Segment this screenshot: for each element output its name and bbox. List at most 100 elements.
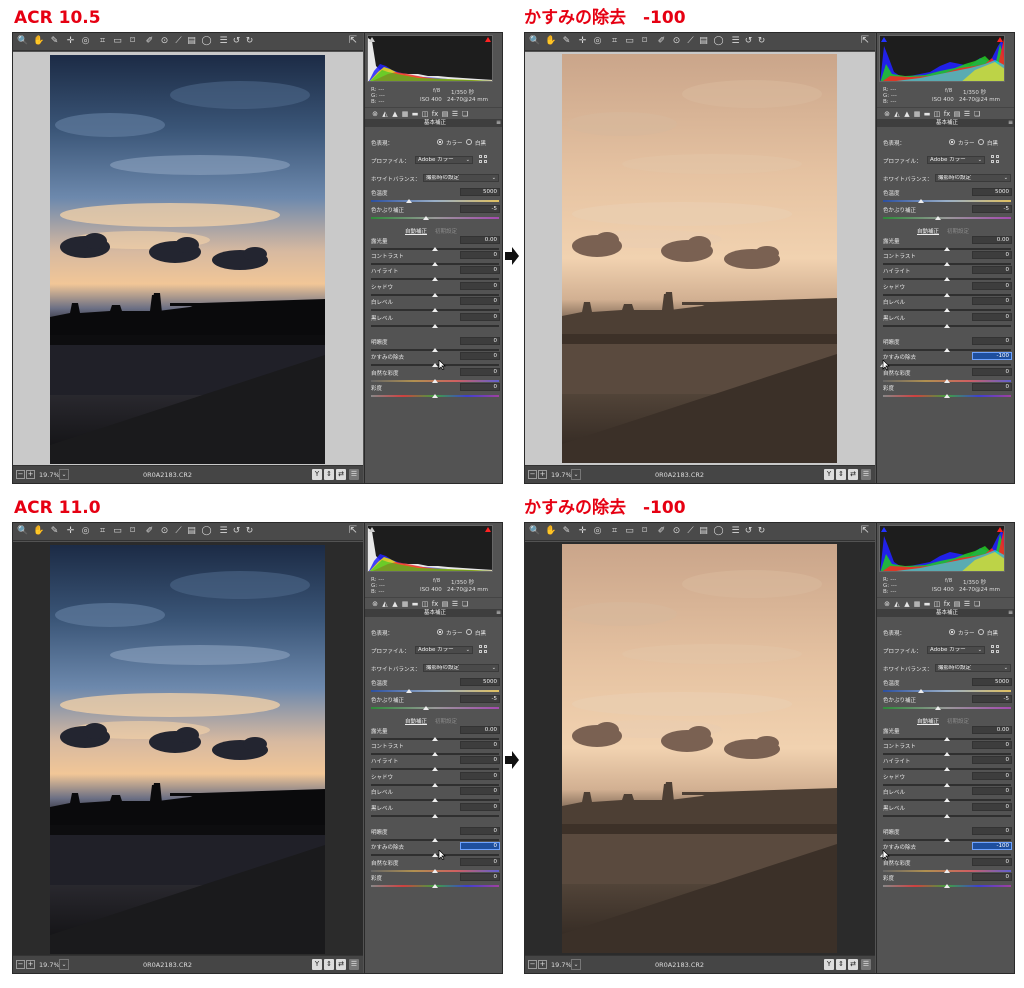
wb-dropdown[interactable]: 撮影時の設定 ⌄ [423, 174, 499, 182]
shadows-value-box[interactable]: 0 [972, 282, 1012, 290]
target-adjust-icon[interactable]: ◎ [592, 526, 603, 537]
zoom-tool-icon[interactable]: 🔍 [17, 526, 28, 537]
auto-button[interactable]: 自動補正 [405, 227, 427, 235]
detail-tab-icon[interactable]: ▲ [903, 110, 911, 118]
image-canvas[interactable] [525, 52, 875, 465]
saturation-value-box[interactable]: 0 [460, 873, 500, 881]
spot-removal-icon[interactable]: ✐ [656, 36, 667, 47]
default-button[interactable]: 初期設定 [947, 227, 969, 235]
blacks-slider-thumb[interactable] [432, 814, 438, 818]
treatment-color-radio[interactable] [437, 629, 443, 635]
crop-tool-icon[interactable]: ⌗ [97, 526, 108, 537]
zoom-dropdown[interactable]: ⌄ [571, 469, 581, 480]
calibration-tab-icon[interactable]: ▤ [953, 110, 961, 118]
exposure-slider-thumb[interactable] [432, 247, 438, 251]
hand-tool-icon[interactable]: ✋ [545, 526, 556, 537]
red-eye-icon[interactable]: ⊙ [159, 36, 170, 47]
treatment-bw-radio[interactable] [466, 139, 472, 145]
adjust-brush-icon[interactable]: ⟋ [685, 36, 696, 47]
preview-toggle-icon[interactable]: ☰ [861, 959, 871, 970]
tint-value-box[interactable]: -5 [460, 695, 500, 703]
contrast-slider-thumb[interactable] [432, 752, 438, 756]
zoom-out-icon[interactable]: − [528, 470, 537, 479]
radial-filter-icon[interactable]: ◯ [201, 36, 212, 47]
rotate-left-icon[interactable]: ↺ [231, 36, 242, 47]
presets-tab-icon[interactable]: ☰ [451, 600, 459, 608]
rotate-right-icon[interactable]: ↻ [244, 526, 255, 537]
vibrance-value-box[interactable]: 0 [972, 368, 1012, 376]
whites-slider-thumb[interactable] [944, 798, 950, 802]
hsl-tab-icon[interactable]: ▦ [401, 110, 409, 118]
profile-browser-icon[interactable] [479, 645, 488, 654]
highlights-value-box[interactable]: 0 [972, 266, 1012, 274]
color-sampler-icon[interactable]: ✛ [577, 36, 588, 47]
target-adjust-icon[interactable]: ◎ [80, 36, 91, 47]
rotate-left-icon[interactable]: ↺ [743, 36, 754, 47]
tone-curve-tab-icon[interactable]: ◭ [381, 600, 389, 608]
contrast-slider-thumb[interactable] [432, 262, 438, 266]
presets-list-icon[interactable]: ☰ [218, 526, 229, 537]
temperature-value-box[interactable]: 5000 [460, 188, 500, 196]
clarity-value-box[interactable]: 0 [460, 827, 500, 835]
crop-tool-icon[interactable]: ⌗ [609, 526, 620, 537]
effects-tab-icon[interactable]: fx [431, 600, 439, 608]
basic-tab-icon[interactable]: ⊚ [371, 110, 379, 118]
straighten-tool-icon[interactable]: ▭ [112, 36, 123, 47]
blacks-slider-thumb[interactable] [944, 324, 950, 328]
graduated-filter-icon[interactable]: ▤ [698, 36, 709, 47]
highlights-slider-thumb[interactable] [944, 767, 950, 771]
radial-filter-icon[interactable]: ◯ [201, 526, 212, 537]
before-after-y-icon[interactable]: Y [824, 959, 834, 970]
saturation-value-box[interactable]: 0 [972, 383, 1012, 391]
temperature-slider-track[interactable] [371, 690, 499, 692]
adjust-brush-icon[interactable]: ⟋ [173, 526, 184, 537]
temperature-slider-thumb[interactable] [406, 199, 412, 203]
temperature-slider-thumb[interactable] [918, 199, 924, 203]
zoom-out-icon[interactable]: − [16, 960, 25, 969]
split-tone-tab-icon[interactable]: ▬ [923, 110, 931, 118]
highlight-clip-icon[interactable] [485, 527, 491, 532]
tint-slider-thumb[interactable] [935, 706, 941, 710]
tint-value-box[interactable]: -5 [972, 205, 1012, 213]
auto-button[interactable]: 自動補正 [917, 227, 939, 235]
tint-slider-track[interactable] [883, 217, 1011, 219]
dehaze-value-box[interactable]: -100 [972, 842, 1012, 850]
effects-tab-icon[interactable]: fx [943, 110, 951, 118]
detail-tab-icon[interactable]: ▲ [391, 110, 399, 118]
target-adjust-icon[interactable]: ◎ [592, 36, 603, 47]
whites-slider-thumb[interactable] [944, 308, 950, 312]
presets-tab-icon[interactable]: ☰ [451, 110, 459, 118]
basic-tab-icon[interactable]: ⊚ [371, 600, 379, 608]
auto-button[interactable]: 自動補正 [405, 717, 427, 725]
snapshots-tab-icon[interactable]: ❏ [461, 600, 469, 608]
toggle-fullscreen-icon[interactable]: ⇱ [859, 35, 871, 47]
highlights-slider-thumb[interactable] [944, 277, 950, 281]
tint-value-box[interactable]: -5 [460, 205, 500, 213]
radial-filter-icon[interactable]: ◯ [713, 526, 724, 537]
highlight-clip-icon[interactable] [997, 527, 1003, 532]
temperature-value-box[interactable]: 5000 [972, 188, 1012, 196]
blacks-slider-thumb[interactable] [944, 814, 950, 818]
hand-tool-icon[interactable]: ✋ [545, 36, 556, 47]
contrast-value-box[interactable]: 0 [460, 251, 500, 259]
highlights-value-box[interactable]: 0 [972, 756, 1012, 764]
shadows-value-box[interactable]: 0 [460, 772, 500, 780]
preview-toggle-icon[interactable]: ☰ [349, 469, 359, 480]
blacks-value-box[interactable]: 0 [972, 803, 1012, 811]
vibrance-slider-thumb[interactable] [432, 869, 438, 873]
preview-toggle-icon[interactable]: ☰ [349, 959, 359, 970]
shadows-slider-thumb[interactable] [944, 783, 950, 787]
blacks-value-box[interactable]: 0 [972, 313, 1012, 321]
graduated-filter-icon[interactable]: ▤ [186, 36, 197, 47]
shadow-clip-icon[interactable] [369, 37, 375, 42]
transform-tool-icon[interactable]: ⌑ [639, 526, 650, 537]
treatment-bw-radio[interactable] [466, 629, 472, 635]
snapshots-tab-icon[interactable]: ❏ [973, 600, 981, 608]
copy-settings-icon[interactable]: ⇄ [848, 959, 858, 970]
vibrance-value-box[interactable]: 0 [972, 858, 1012, 866]
transform-tool-icon[interactable]: ⌑ [127, 526, 138, 537]
rotate-right-icon[interactable]: ↻ [244, 36, 255, 47]
blacks-value-box[interactable]: 0 [460, 313, 500, 321]
rotate-left-icon[interactable]: ↺ [743, 526, 754, 537]
tint-slider-track[interactable] [371, 217, 499, 219]
